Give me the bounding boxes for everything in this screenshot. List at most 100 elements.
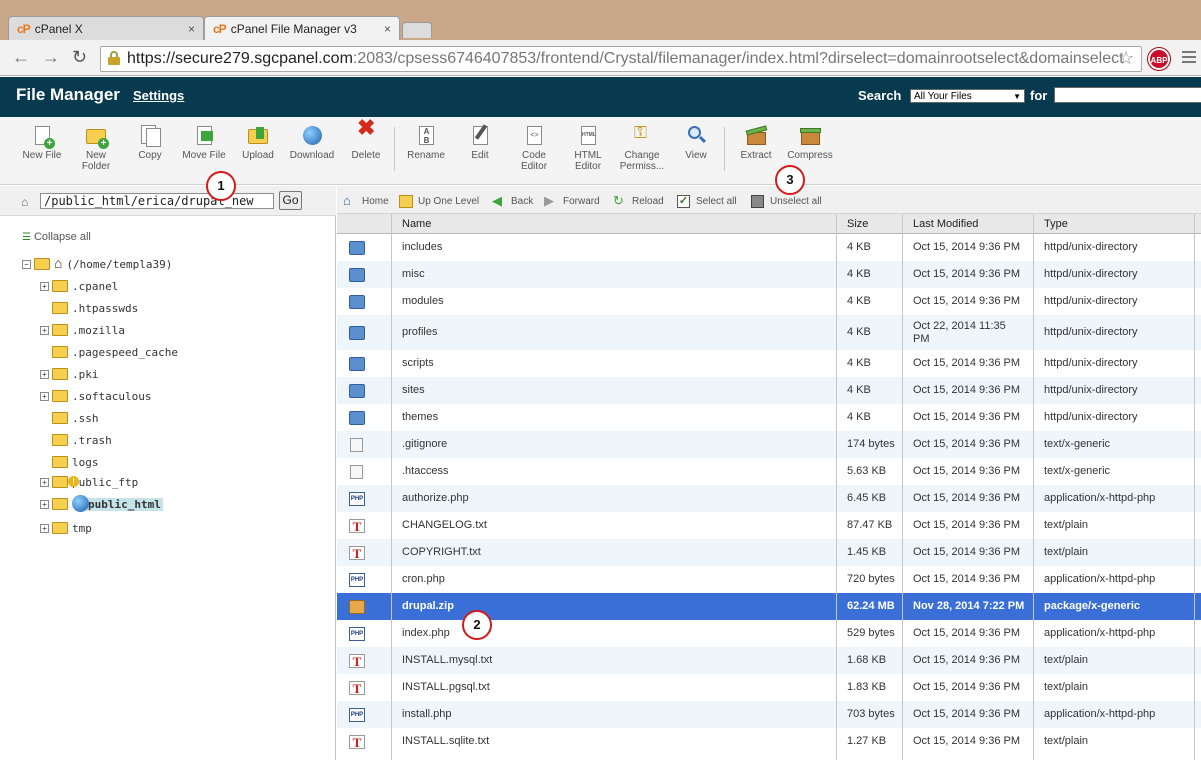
tree-folder-item[interactable]: .htpasswds xyxy=(40,298,138,318)
file-modified: Oct 15, 2014 9:36 PM xyxy=(913,573,1021,585)
rename-button[interactable]: AB Rename xyxy=(399,125,453,161)
move-file-button[interactable]: Move File xyxy=(177,125,231,161)
search-input[interactable] xyxy=(1054,87,1201,103)
tree-folder-item[interactable]: + .softaculous xyxy=(40,386,151,406)
search-scope-value: All Your Files xyxy=(914,91,972,102)
forward-nav-button[interactable]: ▶ Forward xyxy=(544,194,600,208)
tree-folder-label: public_html xyxy=(86,497,163,511)
html-editor-label-2: Editor xyxy=(574,161,602,172)
column-header-name[interactable]: Name xyxy=(402,218,431,230)
download-button[interactable]: Download xyxy=(285,125,339,161)
expand-toggle-icon[interactable]: + xyxy=(40,477,49,487)
tree-folder-item[interactable]: .pagespeed_cache xyxy=(40,342,178,362)
edit-button[interactable]: Edit xyxy=(453,124,507,161)
back-nav-button[interactable]: ◀ Back xyxy=(492,194,533,208)
new-tab-button[interactable] xyxy=(402,22,432,38)
file-row[interactable]: profiles 4 KB Oct 22, 2014 11:35 PM httpd/un… xyxy=(337,315,1201,350)
folder-icon xyxy=(52,346,68,358)
url-host: https://secure279.sgcpanel.com xyxy=(127,50,353,67)
column-header-type[interactable]: Type xyxy=(1044,218,1068,230)
file-row[interactable]: PHP authorize.php 6.45 KB Oct 15, 2014 9:36… xyxy=(337,485,1201,512)
file-size: 529 bytes xyxy=(847,627,895,639)
up-one-level-button[interactable]: Up One Level xyxy=(399,195,479,208)
expand-toggle-icon[interactable]: + xyxy=(40,391,49,401)
upload-button[interactable]: Upload xyxy=(231,125,285,161)
file-row[interactable]: .htaccess 5.63 KB Oct 15, 2014 9:36 PM text… xyxy=(337,458,1201,485)
expand-toggle-icon[interactable]: + xyxy=(40,281,49,291)
select-all-button[interactable]: ✓ Select all xyxy=(677,195,737,208)
file-row[interactable]: T CHANGELOG.txt 87.47 KB Oct 15, 2014 9:36 … xyxy=(337,512,1201,539)
file-row[interactable]: .gitignore 174 bytes Oct 15, 2014 9:36 PM t… xyxy=(337,431,1201,458)
expand-toggle-icon[interactable]: + xyxy=(40,499,49,509)
browser-tab-file-manager[interactable]: cP cPanel File Manager v3 × xyxy=(204,16,400,40)
file-name: CHANGELOG.txt xyxy=(402,519,487,531)
close-tab-icon[interactable]: × xyxy=(384,22,391,36)
unselect-all-button[interactable]: Unselect all xyxy=(751,195,822,208)
settings-link[interactable]: Settings xyxy=(133,88,184,103)
path-input[interactable]: /public_html/erica/drupal_new xyxy=(40,193,274,209)
compress-box-icon xyxy=(799,125,821,147)
collapse-toggle-icon[interactable]: − xyxy=(22,259,31,269)
view-button[interactable]: View xyxy=(669,125,723,161)
tree-folder-item[interactable]: .ssh xyxy=(40,408,99,428)
new-file-button[interactable]: + New File xyxy=(15,125,69,161)
forward-arrow-icon[interactable]: → xyxy=(42,48,60,66)
go-button[interactable]: Go xyxy=(279,191,302,210)
change-permissions-button[interactable]: ⚿ Change Permiss... xyxy=(615,124,669,172)
tree-folder-item[interactable]: logs xyxy=(40,452,99,472)
tree-folder-item[interactable]: + .cpanel xyxy=(40,276,118,296)
tree-folder-label: tmp xyxy=(72,521,92,535)
home-icon: ⌂ xyxy=(21,195,29,209)
file-size: 87.47 KB xyxy=(847,519,893,531)
new-folder-button[interactable]: + New Folder xyxy=(69,125,123,172)
file-row[interactable]: sites 4 KB Oct 15, 2014 9:36 PM httpd/unix-… xyxy=(337,377,1201,404)
navigation-bar: ⌂ Home Up One Level ◀ Back ▶ Forward ↻ Reloa… xyxy=(337,186,1201,214)
file-row[interactable]: T INSTALL.sqlite.txt 1.27 KB Oct 15, 2014 9… xyxy=(337,728,1201,755)
file-row[interactable]: themes 4 KB Oct 15, 2014 9:36 PM httpd/unix… xyxy=(337,404,1201,431)
tree-root[interactable]: − ⌂ (/home/templa39) xyxy=(22,254,172,274)
address-bar[interactable]: https://secure279.sgcpanel.com:2083/cpse… xyxy=(100,46,1142,72)
delete-button[interactable]: ✖ Delete xyxy=(339,117,393,162)
file-row[interactable]: PHP install.php 703 bytes Oct 15, 2014 9:36… xyxy=(337,701,1201,728)
file-row[interactable]: T INSTALL.mysql.txt 1.68 KB Oct 15, 2014 9:… xyxy=(337,647,1201,674)
code-editor-button[interactable]: <> Code Editor xyxy=(507,125,561,172)
expand-toggle-icon[interactable]: + xyxy=(40,369,49,379)
browser-tab-cpanel-x[interactable]: cP cPanel X × xyxy=(8,16,204,40)
tree-folder-item[interactable]: + .mozilla xyxy=(40,320,125,340)
reload-icon[interactable]: ↻ xyxy=(72,48,87,66)
file-row[interactable]: scripts 4 KB Oct 15, 2014 9:36 PM httpd/uni… xyxy=(337,350,1201,377)
back-arrow-icon[interactable]: ← xyxy=(12,48,30,66)
extract-button[interactable]: Extract xyxy=(729,125,783,161)
tree-folder-item[interactable]: + tmp xyxy=(40,518,92,538)
folder-file-icon xyxy=(349,295,365,309)
bookmark-star-icon[interactable]: ☆ xyxy=(1118,48,1134,69)
close-tab-icon[interactable]: × xyxy=(188,22,195,36)
tree-folder-item[interactable]: + .pki xyxy=(40,364,99,384)
reload-nav-button[interactable]: ↻ Reload xyxy=(613,194,664,208)
folder-icon xyxy=(52,476,68,488)
file-row[interactable]: misc 4 KB Oct 15, 2014 9:36 PM httpd/unix-d… xyxy=(337,261,1201,288)
file-size: 4 KB xyxy=(847,241,871,253)
file-modified: Oct 15, 2014 9:36 PM xyxy=(913,735,1021,747)
browser-menu-icon[interactable] xyxy=(1182,51,1196,66)
collapse-all-link[interactable]: ☰ Collapse all xyxy=(22,231,91,243)
file-row[interactable]: T COPYRIGHT.txt 1.45 KB Oct 15, 2014 9:36 P… xyxy=(337,539,1201,566)
file-row[interactable]: includes 4 KB Oct 15, 2014 9:36 PM httpd/un… xyxy=(337,234,1201,261)
expand-toggle-icon[interactable]: + xyxy=(40,523,49,533)
html-editor-button[interactable]: HTML HTML Editor xyxy=(561,125,615,172)
adblock-plus-icon[interactable]: ABP xyxy=(1148,48,1170,70)
tree-folder-item[interactable]: +! public_ftp xyxy=(40,472,138,492)
file-row[interactable]: PHP cron.php 720 bytes Oct 15, 2014 9:36 PM… xyxy=(337,566,1201,593)
expand-toggle-icon[interactable]: + xyxy=(40,325,49,335)
column-header-last-modified[interactable]: Last Modified xyxy=(913,218,978,230)
search-scope-select[interactable]: All Your Files ▼ xyxy=(910,89,1025,103)
tree-folder-item[interactable]: .trash xyxy=(40,430,112,450)
copy-button[interactable]: Copy xyxy=(123,125,177,161)
tree-folder-item[interactable]: + public_html xyxy=(40,494,163,514)
column-header-size[interactable]: Size xyxy=(847,218,868,230)
up-folder-icon xyxy=(399,195,413,208)
home-nav-button[interactable]: ⌂ Home xyxy=(343,194,389,208)
file-row[interactable]: T INSTALL.pgsql.txt 1.83 KB Oct 15, 2014 9:… xyxy=(337,674,1201,701)
file-row[interactable]: modules 4 KB Oct 15, 2014 9:36 PM httpd/uni… xyxy=(337,288,1201,315)
compress-button[interactable]: Compress xyxy=(783,125,837,161)
